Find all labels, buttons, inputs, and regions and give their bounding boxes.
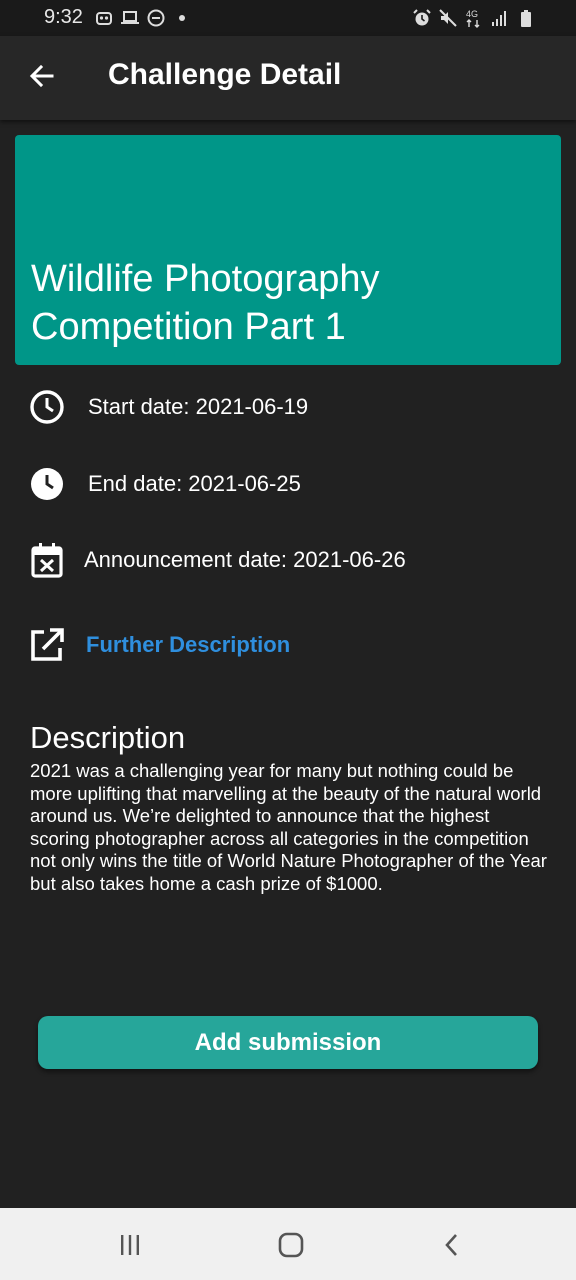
arrow-left-icon — [29, 64, 54, 88]
calendar-remove-icon — [28, 541, 66, 579]
home-button[interactable] — [273, 1228, 309, 1262]
challenge-header-card: Wildlife Photography Competition Part 1 — [15, 135, 561, 365]
svg-text:4G: 4G — [466, 9, 478, 19]
status-bar: 9:32 4G — [0, 0, 576, 36]
status-left-icons — [94, 8, 192, 28]
further-description-label[interactable]: Further Description — [86, 632, 290, 658]
open-in-new-icon — [28, 626, 66, 664]
signal-icon — [492, 11, 506, 26]
laptop-icon — [121, 11, 139, 24]
mute-icon — [439, 9, 457, 27]
challenge-title: Wildlife Photography Competition Part 1 — [31, 258, 380, 348]
system-back-button[interactable] — [434, 1228, 470, 1262]
end-date-row: End date: 2021-06-25 — [28, 465, 301, 503]
dot-icon — [179, 15, 185, 21]
recent-apps-icon — [121, 1235, 139, 1255]
robot-icon — [96, 12, 112, 25]
start-date-row: Start date: 2021-06-19 — [28, 388, 308, 426]
home-icon — [278, 1232, 304, 1258]
add-submission-button[interactable]: Add submission — [38, 1016, 538, 1069]
clock-filled-icon — [28, 465, 66, 503]
recent-apps-button[interactable] — [112, 1228, 148, 1262]
back-icon — [445, 1234, 457, 1256]
status-right-icons: 4G — [412, 8, 536, 28]
app-bar: Challenge Detail — [0, 36, 576, 120]
alarm-icon — [413, 9, 431, 26]
announcement-date-row: Announcement date: 2021-06-26 — [28, 541, 406, 579]
status-time: 9:32 — [44, 6, 83, 28]
further-description-link[interactable]: Further Description — [28, 626, 290, 664]
end-date-text: End date: 2021-06-25 — [88, 471, 301, 496]
4g-icon: 4G — [466, 9, 480, 28]
back-button[interactable] — [22, 56, 62, 96]
description-heading: Description — [30, 720, 186, 755]
clock-outline-icon — [28, 388, 66, 426]
announcement-date-text: Announcement date: 2021-06-26 — [84, 547, 406, 572]
system-nav-bar — [0, 1208, 576, 1280]
start-date-text: Start date: 2021-06-19 — [88, 394, 309, 419]
do-not-disturb-icon — [147, 9, 165, 27]
battery-icon — [521, 10, 531, 27]
page-title: Challenge Detail — [108, 58, 342, 91]
description-text: 2021 was a challenging year for many but… — [30, 760, 547, 894]
